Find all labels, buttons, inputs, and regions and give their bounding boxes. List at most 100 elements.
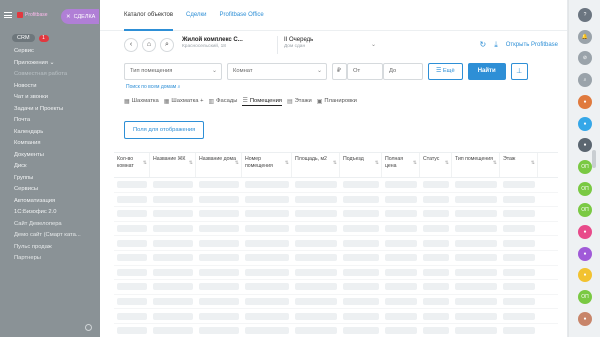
sidebar-item[interactable]: Демо сайт (Смарт ката...	[0, 230, 100, 242]
sidebar-item[interactable]: Партнеры	[0, 253, 100, 265]
loading-placeholder	[199, 312, 239, 320]
loading-placeholder	[385, 210, 417, 218]
sidebar-item[interactable]: Компания	[0, 138, 100, 150]
loading-placeholder	[455, 312, 497, 320]
table-row[interactable]	[114, 207, 558, 222]
sidebar-item[interactable]: Документы	[0, 150, 100, 162]
menu-icon[interactable]	[4, 12, 12, 18]
help-icon[interactable]: ?	[578, 8, 592, 22]
op-icon-1[interactable]: ОП	[578, 159, 592, 174]
view-tab[interactable]: ▣ Планировки	[317, 96, 357, 106]
price-from-input[interactable]: От	[347, 63, 383, 80]
close-deal-button[interactable]: ✕ СДЕЛКА	[61, 9, 99, 24]
user-avatar[interactable]: ●	[578, 311, 592, 326]
column-header[interactable]: Номер помещения ⇅	[242, 153, 292, 177]
table-row[interactable]	[114, 324, 558, 337]
column-header[interactable]: Название ЖК ⇅	[150, 153, 196, 177]
view-tab[interactable]: ▦ Шахматка	[124, 96, 159, 106]
sidebar-item[interactable]: Пульс продаж	[0, 242, 100, 254]
column-header[interactable]: Подъезд ⇅	[340, 153, 382, 177]
bell-icon[interactable]: 🔔	[578, 29, 592, 44]
clock-icon[interactable]: ⊘	[578, 51, 592, 66]
sidebar-item[interactable]: Почта	[0, 115, 100, 127]
op-icon-2[interactable]: ОП	[578, 181, 592, 196]
open-channel-icon[interactable]: ●	[578, 138, 592, 153]
loading-placeholder	[295, 239, 337, 247]
table-row[interactable]	[114, 280, 558, 295]
view-tab[interactable]: ▦ Шахматка +	[164, 96, 204, 106]
column-header[interactable]: Площадь, м2 ⇅	[292, 153, 340, 177]
view-tab[interactable]: ☰ Помещения	[242, 96, 282, 106]
tab-catalog[interactable]: Каталог объектов	[124, 0, 174, 31]
sidebar-item[interactable]: Новости	[0, 81, 100, 93]
crm-row[interactable]: CRM 1	[0, 30, 100, 46]
queue-selector[interactable]: II Очередь Дом сдан ⌄	[284, 36, 376, 54]
tab-profitbase-office[interactable]: Profitbase Office	[220, 0, 264, 31]
table-row[interactable]	[114, 222, 558, 237]
sidebar-item[interactable]: Приложения ⌄	[0, 58, 100, 70]
column-header[interactable]: Полная цена ⇅	[382, 153, 420, 177]
back-button[interactable]: ‹	[124, 37, 138, 52]
download-icon[interactable]: ⤓	[494, 40, 498, 50]
sidebar-item[interactable]: Чат и звонки	[0, 92, 100, 104]
loading-placeholder	[245, 254, 289, 262]
sidebar-item[interactable]: Календарь	[0, 127, 100, 139]
pink-icon[interactable]: ●	[578, 225, 592, 239]
table-row[interactable]	[114, 251, 558, 266]
op-icon-4[interactable]: ОП	[578, 290, 592, 305]
view-tab[interactable]: ▤ Этажи	[287, 96, 312, 106]
chat-icon[interactable]: ●	[578, 116, 592, 131]
home-button[interactable]: ⌂	[142, 37, 156, 52]
sidebar-item[interactable]: Диск	[0, 161, 100, 173]
loading-placeholder	[343, 239, 379, 247]
rooms-select[interactable]: Комнат ⌄	[227, 63, 327, 80]
price-to-input[interactable]: До	[383, 63, 423, 80]
crm-pill[interactable]: CRM	[12, 34, 35, 42]
table-row[interactable]	[114, 309, 558, 324]
open-profitbase-link[interactable]: Открыть Profitbase	[506, 42, 558, 48]
avatar-group-icon[interactable]: ●	[578, 94, 592, 109]
sidebar-item[interactable]: 1С:Бизофис 2.0	[0, 207, 100, 219]
loading-placeholder	[385, 298, 417, 306]
find-button[interactable]: Найти	[467, 63, 506, 80]
table-row[interactable]	[114, 193, 558, 208]
pin-icon[interactable]: ⊥	[510, 63, 528, 80]
view-tab[interactable]: ▥ Фасады	[208, 96, 237, 106]
sidebar-item[interactable]: Сервис	[0, 46, 100, 58]
scrollbar[interactable]	[592, 150, 596, 168]
settings-icon[interactable]	[85, 324, 92, 331]
loading-placeholder	[343, 327, 379, 335]
sidebar-item[interactable]: Группы	[0, 173, 100, 185]
sidebar-item[interactable]: Совместная работа	[0, 69, 100, 81]
column-header[interactable]: Статус ⇅	[420, 153, 452, 177]
tab-deals[interactable]: Сделки	[186, 0, 206, 31]
chevron-down-icon: ⌄	[316, 68, 322, 74]
complex-selector[interactable]: Жилой комплекс С... Красносельский, 18	[178, 35, 278, 54]
sidebar-item[interactable]: Сервисы	[0, 184, 100, 196]
search-button[interactable]: ⌕	[160, 37, 174, 52]
room-type-select[interactable]: Тип помещения ⌄	[124, 63, 222, 80]
table-row[interactable]	[114, 266, 558, 281]
yellow-icon[interactable]: ●	[578, 268, 592, 283]
op-icon-3[interactable]: ОП	[578, 203, 592, 218]
column-header[interactable]: Название дома ⇅	[196, 153, 242, 177]
table-row[interactable]	[114, 178, 558, 193]
column-header[interactable]: Тип помещения ⇅	[452, 153, 500, 177]
facade-icon: ▥	[208, 98, 215, 105]
column-header[interactable]: Кол-во комнат ⇅	[114, 153, 150, 177]
refresh-icon[interactable]: ↻	[480, 40, 487, 49]
loading-placeholder	[245, 312, 289, 320]
sidebar-item[interactable]: Автоматизация	[0, 196, 100, 208]
column-header[interactable]: Этаж ⇅	[500, 153, 538, 177]
search-icon[interactable]: ⌕	[578, 73, 592, 88]
search-all-houses-link[interactable]: Поиск по всем домам ⌕	[126, 84, 180, 90]
column-header-label: Номер помещения	[245, 156, 273, 169]
layout-icon: ▣	[316, 98, 323, 105]
purple-icon[interactable]: ●	[578, 246, 592, 261]
more-filters-button[interactable]: ☰ Ещё	[428, 63, 463, 80]
fields-display-button[interactable]: Поля для отображения	[124, 121, 205, 139]
sidebar-item[interactable]: Задачи и Проекты	[0, 104, 100, 116]
table-row[interactable]	[114, 295, 558, 310]
table-row[interactable]	[114, 236, 558, 251]
sidebar-item[interactable]: Сайт Девелопера	[0, 219, 100, 231]
